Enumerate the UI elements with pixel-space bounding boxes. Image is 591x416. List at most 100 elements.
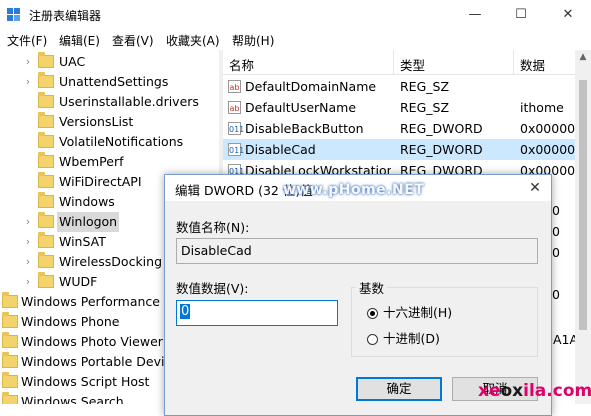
edit-dword-dialog: 编辑 DWORD (32 位)值 www.pHome.NET ✕ 数值名称(N)… [164,174,552,416]
menu-help[interactable]: 帮助(H) [232,32,274,49]
value-data: 0x000000 [520,142,575,157]
tree-item-label: Windows [59,194,115,209]
scrollbar-thumb[interactable] [579,80,587,330]
registry-value-row[interactable]: ab DefaultDomainName REG_SZ [223,76,575,97]
folder-icon [38,152,54,168]
value-data: ithome [520,100,564,115]
folder-icon [38,52,54,68]
menu-edit[interactable]: 编辑(E) [59,32,100,49]
folder-icon [2,292,18,308]
tree-item-label: WUDF [59,274,98,289]
chevron-right-icon[interactable]: › [22,72,34,92]
folder-icon [2,392,18,404]
chevron-right-icon[interactable]: › [22,252,34,272]
chevron-right-icon[interactable]: › [22,212,34,232]
list-scrollbar[interactable]: ▲ [575,50,591,404]
value-type: REG_SZ [400,100,450,115]
base-group-title: 基数 [356,278,388,297]
scroll-up-arrow-icon[interactable]: ▲ [575,52,591,62]
value-name-field: DisableCad [176,238,538,264]
tree-item[interactable]: VolatileNotifications [0,132,219,152]
folder-icon [38,192,54,208]
chevron-right-icon[interactable]: › [22,52,34,72]
folder-icon [2,372,18,388]
menu-favorites[interactable]: 收藏夹(A) [166,32,220,49]
value-data-partial: 0 [552,224,560,239]
registry-value-row[interactable]: ab DefaultUserName REG_SZ ithome [223,97,575,118]
maximize-button[interactable]: ☐ [498,0,544,30]
tree-item-label: UAC [59,54,86,69]
dialog-title-bar[interactable]: 编辑 DWORD (32 位)值 www.pHome.NET ✕ [165,175,551,201]
folder-icon [38,172,54,188]
value-name-label: 数值名称(N): [176,220,250,235]
watermark-suffix: ila.com [523,381,591,401]
registry-value-row[interactable]: 011DisableCad REG_DWORD 0x000000 [223,139,575,160]
tree-item-label: Userinstallable.drivers [59,94,199,109]
value-name: DefaultUserName [245,100,357,115]
value-name: DefaultDomainName [245,79,377,94]
tree-item-label: UnattendSettings [59,74,169,89]
minimize-button[interactable]: — [452,0,498,30]
tree-item-label: Windows Search [21,394,124,404]
value-data: 0x000000 [520,121,575,136]
folder-icon [38,272,54,288]
radio-hex-label: 十六进制(H) [383,305,453,320]
folder-icon [2,332,18,348]
value-data-partial: 0 [552,245,560,260]
reg-string-icon: ab [228,101,241,114]
value-name: DisableCad [245,142,316,157]
dialog-close-button[interactable]: ✕ [519,175,551,201]
column-header-name[interactable]: 名称 [229,55,254,74]
registry-value-row[interactable]: 011DisableBackButton REG_DWORD 0x000000 [223,118,575,139]
close-button[interactable]: ✕ [545,0,591,30]
ok-button[interactable]: 确定 [356,377,442,401]
regedit-app-icon [7,8,20,21]
radio-unchecked-icon [367,334,378,345]
value-data-text: 0 [180,304,191,319]
tree-item[interactable]: VersionsList [0,112,219,132]
column-header-type[interactable]: 类型 [400,55,425,74]
tree-item[interactable]: › UnattendSettings [0,72,219,92]
value-type: REG_SZ [400,79,450,94]
tree-item-label: Windows Portable Device [21,354,180,369]
tree-item[interactable]: Userinstallable.drivers [0,92,219,112]
column-divider[interactable] [513,50,514,74]
value-type: REG_DWORD [400,121,483,136]
watermark-middle: ox [500,381,524,401]
folder-icon [38,212,54,228]
tree-item-label: WinSAT [59,234,106,249]
value-data-label: 数值数据(V): [176,281,249,296]
column-header-data[interactable]: 数据 [520,55,545,74]
tree-item-label: Windows Phone [21,314,120,329]
radio-decimal[interactable]: 十进制(D) [367,331,440,347]
reg-binary-icon: 011 [228,143,244,156]
value-data-input[interactable]: 0 [176,300,338,326]
menu-view[interactable]: 查看(V) [112,32,154,49]
value-data-partial: 0 [552,203,560,218]
tree-item[interactable]: › UAC [0,52,219,72]
radio-dec-label: 十进制(D) [383,331,440,346]
tree-item-label: Windows Performance T [21,294,172,309]
menu-bar: 文件(F) 编辑(E) 查看(V) 收藏夹(A) 帮助(H) [0,30,591,50]
radio-hexadecimal[interactable]: 十六进制(H) [367,305,452,321]
reg-string-icon: ab [228,80,241,93]
folder-icon [38,232,54,248]
tree-item[interactable]: WbemPerf [0,152,219,172]
folder-icon [2,352,18,368]
folder-icon [38,72,54,88]
value-data-partial: 0 [552,287,560,302]
chevron-right-icon[interactable]: › [22,272,34,292]
value-type: REG_DWORD [400,142,483,157]
folder-icon [38,92,54,108]
tree-item-label: WiFiDirectAPI [59,174,142,189]
value-name: DisableBackButton [245,121,364,136]
folder-icon [38,132,54,148]
list-header: 名称 类型 数据 [223,50,575,75]
xeoxila-watermark: xeoxila.com [478,381,591,401]
folder-icon [2,312,18,328]
window-title: 注册表编辑器 [29,9,102,23]
menu-file[interactable]: 文件(F) [7,32,47,49]
chevron-right-icon[interactable]: › [22,232,34,252]
column-divider[interactable] [393,50,394,74]
folder-icon [38,252,54,268]
